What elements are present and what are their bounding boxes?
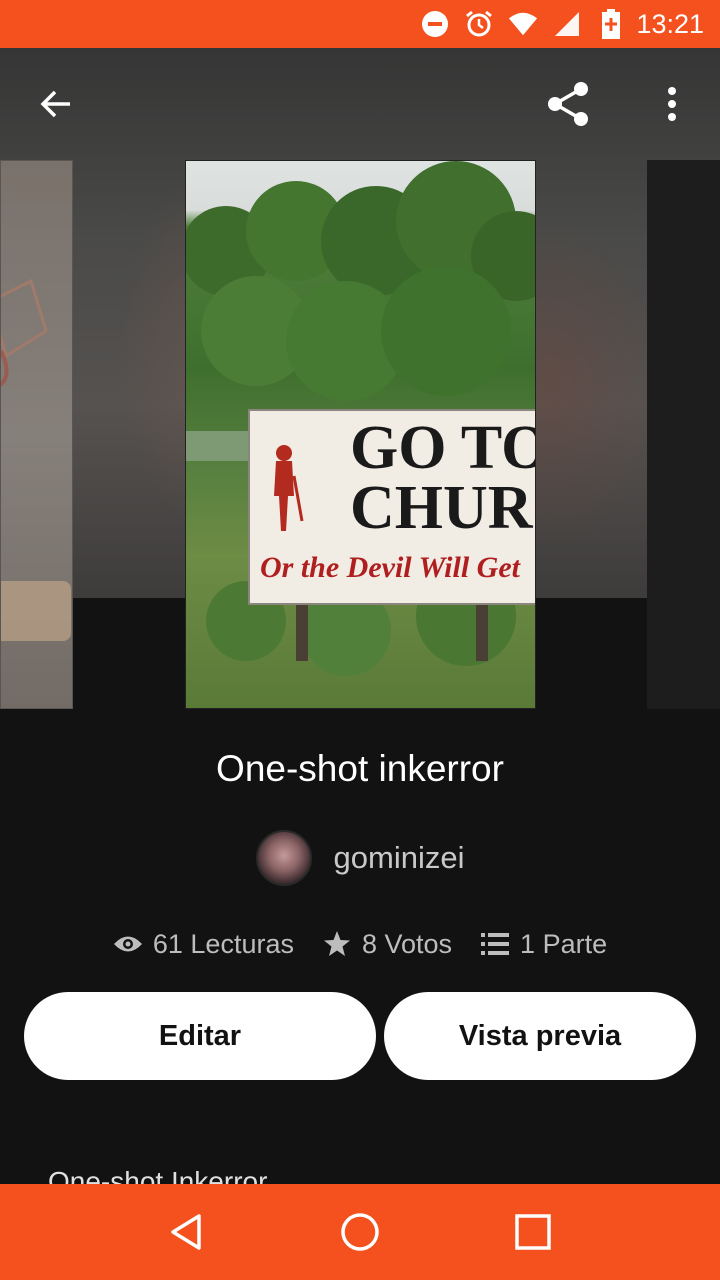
author-row[interactable]: gominizei xyxy=(0,828,720,888)
story-cover-image[interactable]: GO TO CHURC Or the Devil Will Get xyxy=(185,160,536,709)
reads-stat: 61 Lecturas xyxy=(113,929,294,960)
nav-home-button[interactable] xyxy=(330,1202,390,1262)
sign-text-line3: Or the Devil Will Get xyxy=(260,551,520,584)
previous-cover[interactable] xyxy=(0,160,73,709)
parts-stat: 1 Parte xyxy=(480,929,607,960)
battery-charging-icon xyxy=(596,9,626,39)
arrow-left-icon xyxy=(40,90,70,118)
status-bar: 13:21 xyxy=(0,0,720,48)
eye-icon xyxy=(113,929,143,959)
share-button[interactable] xyxy=(536,72,600,136)
more-vertical-icon xyxy=(668,87,676,121)
church-sign: GO TO CHURC Or the Devil Will Get xyxy=(248,409,536,605)
status-time: 13:21 xyxy=(636,8,704,39)
reads-count: 61 Lecturas xyxy=(152,928,294,959)
devil-figure-icon xyxy=(274,445,304,531)
author-name[interactable]: gominizei xyxy=(334,840,465,876)
sign-post xyxy=(296,601,308,661)
back-button[interactable] xyxy=(24,72,88,136)
cover-carousel[interactable]: GO TO CHURC Or the Devil Will Get xyxy=(0,48,720,710)
share-icon xyxy=(548,82,588,126)
sign-post xyxy=(476,601,488,661)
next-cover[interactable] xyxy=(647,160,720,709)
recents-square-icon xyxy=(515,1214,552,1250)
votes-count: 8 Votos xyxy=(361,928,453,959)
system-navigation-bar xyxy=(0,1184,720,1280)
votes-stat: 8 Votos xyxy=(322,929,452,960)
nav-recents-button[interactable] xyxy=(503,1202,563,1262)
list-icon xyxy=(480,929,510,959)
parts-count: 1 Parte xyxy=(520,928,608,959)
wifi-icon xyxy=(508,9,538,39)
story-stats: 61 Lecturas 8 Votos 1 Parte xyxy=(0,922,720,966)
signal-icon xyxy=(552,9,582,39)
do-not-disturb-icon xyxy=(420,9,450,39)
avatar[interactable] xyxy=(255,830,312,886)
edit-button[interactable]: Editar xyxy=(24,992,376,1080)
cover-tag-shape xyxy=(1,581,71,641)
preview-button[interactable]: Vista previa xyxy=(384,992,696,1080)
sign-text-line1: GO TO xyxy=(350,414,536,482)
star-icon xyxy=(322,929,352,959)
story-details-screen: 13:21 GO TO CHUR Or the Devil Will Get O… xyxy=(0,0,720,1280)
home-circle-icon xyxy=(341,1213,379,1251)
story-title: One-shot inkerror xyxy=(216,748,504,789)
more-options-button[interactable] xyxy=(640,72,704,136)
nav-back-button[interactable] xyxy=(157,1202,217,1262)
alarm-icon xyxy=(464,9,494,39)
sign-text-line2: CHURC xyxy=(350,474,535,542)
back-triangle-icon xyxy=(170,1214,201,1250)
